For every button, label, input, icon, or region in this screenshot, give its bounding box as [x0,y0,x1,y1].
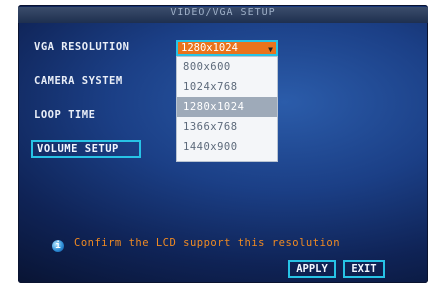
apply-button[interactable]: APPLY [288,260,336,278]
resolution-option-1366x768[interactable]: 1366x768 [177,117,277,137]
chevron-down-icon[interactable]: ▼ [268,44,273,56]
loop-time-label: LOOP TIME [34,109,96,121]
menu-title: VIDEO/VGA SETUP [18,7,428,23]
resolution-option-800x600[interactable]: 800x600 [177,57,277,77]
camera-system-label: CAMERA SYSTEM [34,75,123,87]
vga-resolution-select[interactable]: 1280x1024 ▼ [176,40,278,56]
exit-button[interactable]: EXIT [343,260,385,278]
volume-setup-button[interactable]: VOLUME SETUP [31,140,141,158]
osd-screen: VIDEO/VGA SETUP VGA RESOLUTION CAMERA SY… [18,5,428,283]
resolution-option-1024x768[interactable]: 1024x768 [177,77,277,97]
vga-resolution-value: 1280x1024 [181,42,238,54]
confirm-message: Confirm the LCD support this resolution [74,237,341,249]
vga-resolution-label: VGA RESOLUTION [34,41,130,53]
info-icon: i [52,240,64,252]
resolution-option-1280x1024[interactable]: 1280x1024 [177,97,277,117]
resolution-option-1440x900[interactable]: 1440x900 [177,137,277,157]
vga-resolution-dropdown: 800x600 1024x768 1280x1024 1366x768 1440… [176,56,278,162]
